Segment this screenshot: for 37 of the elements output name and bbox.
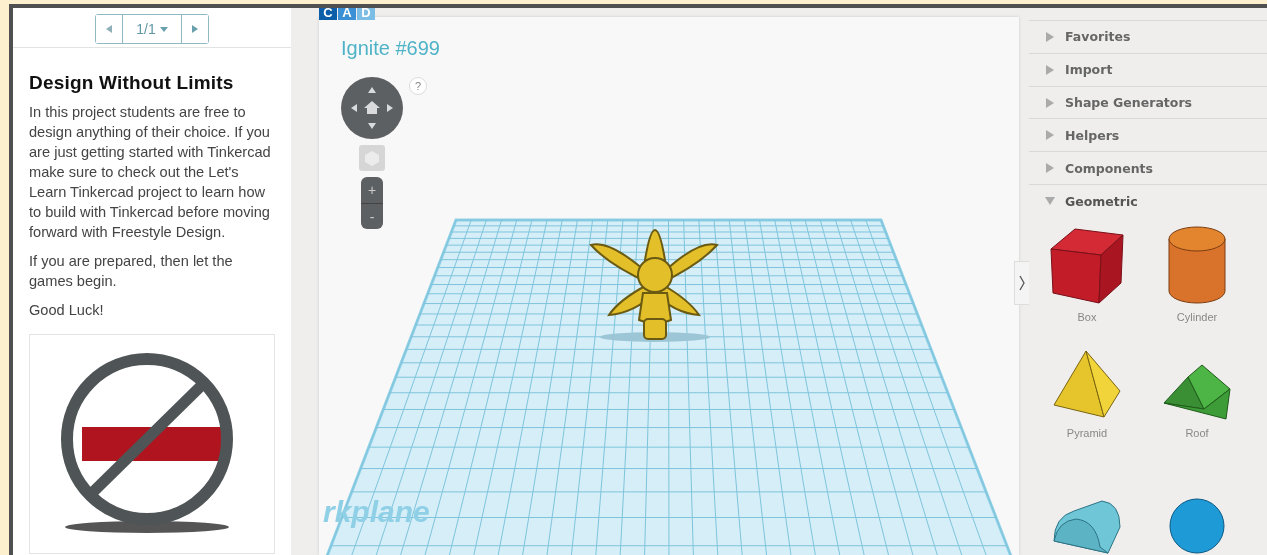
logo-letter: C	[319, 8, 337, 20]
expanded-triangle-icon	[1045, 196, 1055, 207]
library-section[interactable]: Import	[1029, 52, 1267, 86]
help-button[interactable]: ?	[409, 77, 427, 95]
view-cube-navigation-icon[interactable]	[341, 77, 403, 139]
collapsed-triangle-icon	[1045, 130, 1055, 141]
collapsed-triangle-icon	[1045, 163, 1055, 174]
library-section[interactable]: Components	[1029, 151, 1267, 185]
logo-letter: A	[338, 8, 356, 20]
library-section[interactable]: Helpers	[1029, 118, 1267, 152]
sphere-icon[interactable]	[1168, 496, 1226, 555]
shape-label: Box	[1077, 310, 1097, 323]
shape-label: Pyramid	[1066, 426, 1108, 439]
lesson-paragraph: Good Luck!	[29, 301, 105, 320]
shape-label: Roof	[1185, 426, 1209, 439]
panel-toggle-button[interactable]	[1014, 261, 1029, 305]
pyramid-icon[interactable]	[1052, 348, 1122, 421]
zoom-in-button[interactable]: +	[361, 177, 383, 203]
lesson-title: Design Without Limits	[29, 72, 235, 94]
lesson-paragraph: If you are prepared, then let the games begin.	[29, 252, 234, 291]
right-arrow-icon	[192, 25, 198, 33]
left-arrow-icon	[106, 25, 112, 33]
page-dropdown[interactable]: 1/1	[122, 15, 182, 43]
logo-letter: D	[357, 8, 375, 20]
cylinder-icon[interactable]	[1167, 224, 1227, 305]
collapsed-triangle-icon	[1045, 64, 1055, 75]
chevron-icon	[1019, 275, 1025, 291]
caret-icon	[159, 26, 168, 32]
lesson-paragraph: In this project students are free to design anything of their choice. If you are just getting started with Tinkercad make sure to check out the Let's Learn Tinkercad project to learn how to build with Tinkercad before moving forward with Freestyle Design.	[29, 103, 272, 242]
shape-label: Cylinder	[1176, 310, 1218, 323]
library-section[interactable]: Geometric	[1029, 184, 1267, 217]
roof-icon[interactable]	[1162, 362, 1232, 421]
collapsed-triangle-icon	[1045, 97, 1055, 108]
zoom-out-button[interactable]: -	[361, 203, 383, 229]
library-section[interactable]: Favorites	[1029, 20, 1267, 53]
library-section[interactable]: Shape Generators	[1029, 85, 1267, 119]
collapsed-triangle-icon	[1045, 31, 1055, 42]
